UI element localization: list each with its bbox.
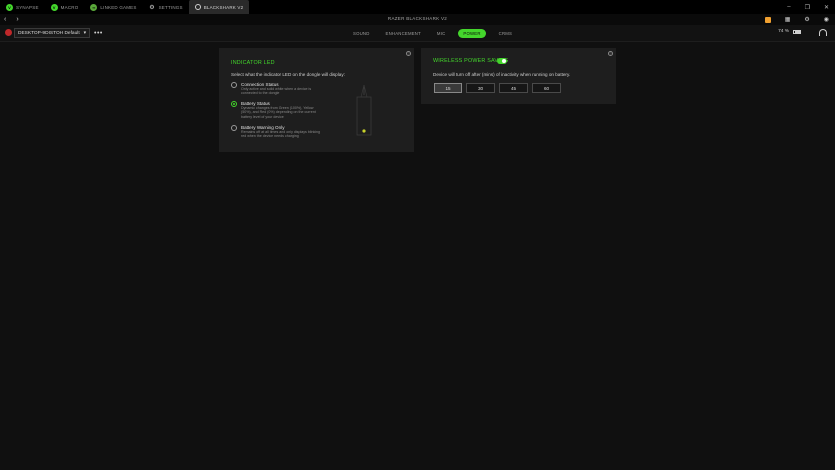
option-description: Remains off at all times and only displa… bbox=[241, 130, 321, 139]
tab-label: LINKED GAMES bbox=[100, 4, 137, 10]
tab-linked-games[interactable]: ∞ LINKED GAMES bbox=[84, 0, 142, 14]
app-tab-bar: V SYNAPSE V MACRO ∞ LINKED GAMES ⚙ SETTI… bbox=[0, 0, 835, 14]
tab-macro[interactable]: V MACRO bbox=[45, 0, 85, 14]
panel-prompt: Select what the indicator LED on the don… bbox=[231, 72, 345, 77]
battery-icon bbox=[793, 29, 801, 34]
battery-status: 74 % bbox=[778, 29, 801, 34]
battery-percent: 74 % bbox=[778, 29, 789, 34]
subtab-sound[interactable]: SOUND bbox=[350, 30, 373, 37]
tab-synapse[interactable]: V SYNAPSE bbox=[0, 0, 45, 14]
power-saving-toggle[interactable] bbox=[497, 58, 507, 64]
tab-label: BLACKSHARK V2 bbox=[203, 4, 244, 10]
notification-dot-icon[interactable] bbox=[764, 16, 771, 23]
profile-select[interactable]: DESKTOP-9DISTOH Default ▾ bbox=[14, 28, 90, 38]
power-saving-description: Device will turn off after (mins) of ina… bbox=[433, 72, 571, 77]
radio-battery-status[interactable] bbox=[231, 101, 237, 107]
games-icon: ∞ bbox=[90, 3, 98, 11]
headset-icon bbox=[194, 4, 201, 10]
tab-blackshark[interactable]: BLACKSHARK V2 bbox=[188, 0, 250, 14]
subtab-crms[interactable]: CRMS bbox=[496, 30, 515, 37]
help-icon[interactable]: ? bbox=[406, 51, 411, 56]
close-button[interactable]: ✕ bbox=[824, 4, 829, 11]
option-description: Only active and solid white when a devic… bbox=[241, 87, 312, 96]
timeout-option-45[interactable]: 45 bbox=[499, 83, 528, 93]
device-headset-icon bbox=[819, 29, 827, 36]
subtab-power[interactable]: POWER bbox=[458, 29, 486, 38]
timeout-option-60[interactable]: 60 bbox=[532, 83, 561, 93]
tab-settings[interactable]: ⚙ SETTINGS bbox=[143, 0, 189, 14]
option-description: Dynamic changes from Green (100%), Yello… bbox=[241, 106, 316, 119]
timeout-option-30[interactable]: 30 bbox=[466, 83, 495, 93]
timeout-option-15[interactable]: 15 bbox=[434, 83, 462, 93]
option-battery-warning[interactable]: Battery Warning Only Remains off at all … bbox=[231, 125, 323, 139]
tab-label: SYNAPSE bbox=[16, 4, 39, 10]
panel-heading: INDICATOR LED bbox=[231, 60, 275, 66]
device-subtabs: SOUND ENHANCEMENT MIC POWER CRMS bbox=[350, 29, 515, 38]
profile-name: DESKTOP-9DISTOH Default bbox=[18, 30, 80, 36]
subtab-mic[interactable]: MIC bbox=[434, 30, 448, 37]
led-indicator-icon bbox=[362, 129, 366, 133]
subtab-enhancement[interactable]: ENHANCEMENT bbox=[383, 30, 424, 37]
window-controls: – ❐ ✕ bbox=[787, 0, 829, 14]
tab-label: SETTINGS bbox=[158, 4, 183, 10]
chevron-down-icon: ▾ bbox=[83, 30, 86, 36]
option-battery-status[interactable]: Battery Status Dynamic changes from Gree… bbox=[231, 101, 323, 119]
indicator-led-panel: ? INDICATOR LED Select what the indicato… bbox=[219, 48, 414, 152]
razer-icon: V bbox=[6, 3, 13, 11]
grid-icon[interactable]: ▦ bbox=[785, 16, 791, 23]
option-connection-status[interactable]: Connection Status Only active and solid … bbox=[231, 82, 323, 96]
help-icon[interactable]: ? bbox=[608, 51, 613, 56]
profile-icon bbox=[5, 29, 12, 36]
radio-connection-status[interactable] bbox=[231, 82, 237, 88]
radio-battery-warning[interactable] bbox=[231, 125, 237, 131]
wireless-power-panel: ? WIRELESS POWER SAVING Device will turn… bbox=[421, 48, 616, 104]
settings-icon[interactable]: ⚙ bbox=[804, 16, 809, 23]
tab-label: MACRO bbox=[60, 4, 79, 10]
macro-icon: V bbox=[50, 3, 58, 11]
user-icon[interactable]: ◉ bbox=[824, 16, 829, 23]
more-options-button[interactable]: ••• bbox=[94, 28, 103, 38]
toolbar-right: ▦ ⚙ ◉ bbox=[764, 14, 829, 25]
window-title: RAZER BLACKSHARK V2 bbox=[387, 16, 448, 21]
restore-button[interactable]: ❐ bbox=[805, 4, 810, 11]
dongle-illustration bbox=[356, 85, 372, 136]
gear-icon: ⚙ bbox=[149, 4, 155, 11]
minimize-button[interactable]: – bbox=[787, 4, 790, 10]
